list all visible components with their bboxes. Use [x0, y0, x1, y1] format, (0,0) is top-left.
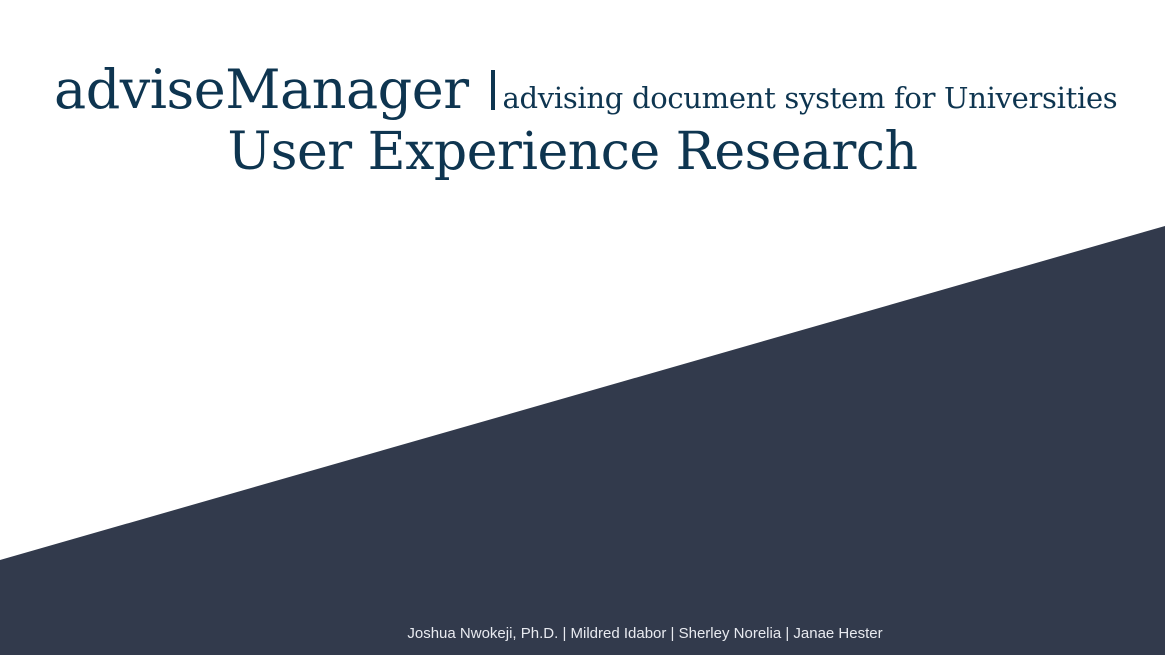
title-separator	[490, 70, 495, 110]
title-line: adviseManager advising document system fo…	[54, 58, 1118, 121]
app-tagline: advising document system for Universitie…	[502, 81, 1118, 115]
diagonal-band-shape	[0, 226, 1165, 655]
title-slide: adviseManager advising document system fo…	[0, 0, 1165, 655]
slide-subtitle: User Experience Research	[227, 122, 918, 182]
author-list: Joshua Nwokeji, Ph.D. | Mildred Idabor |…	[407, 625, 883, 642]
app-name: adviseManager	[54, 58, 469, 121]
